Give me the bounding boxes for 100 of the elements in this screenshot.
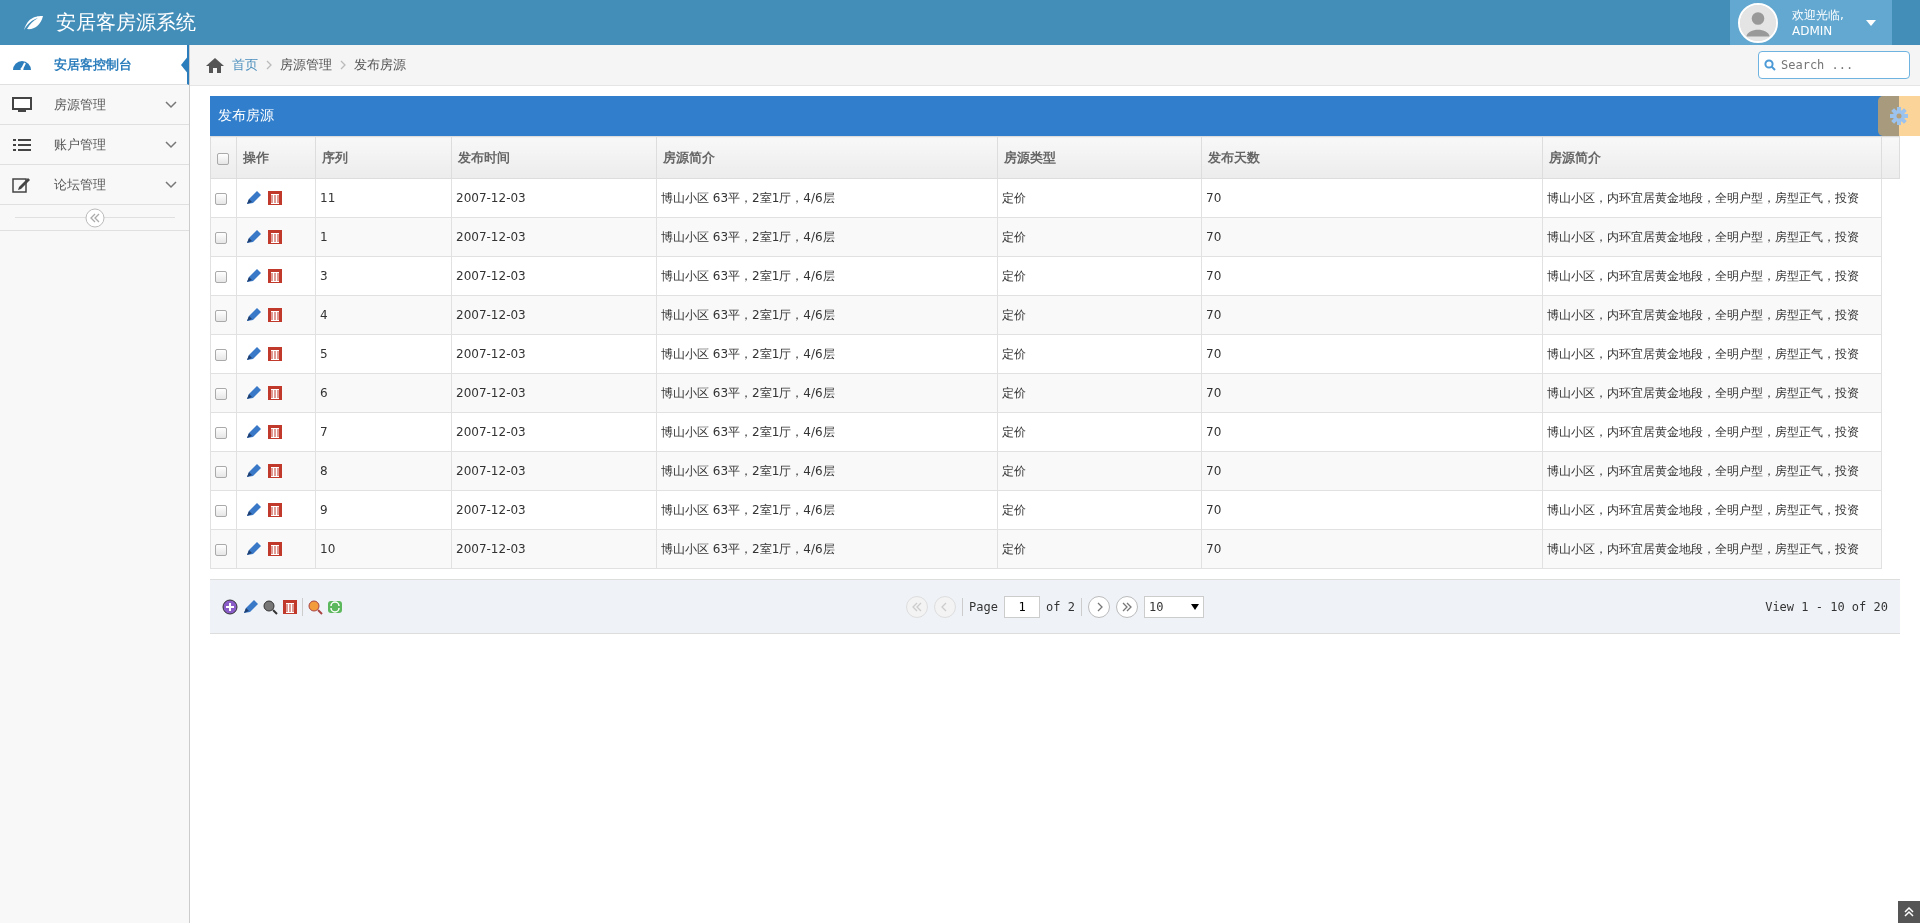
page-size-select[interactable]: 10: [1143, 595, 1204, 618]
record-info: View 1 - 10 of 20: [1765, 599, 1888, 614]
pencil-icon[interactable]: [245, 502, 261, 517]
table-cell: 博山小区 63平，2室1厅，4/6层: [656, 529, 998, 569]
table-cell: 2007-12-03: [451, 217, 657, 257]
page-field[interactable]: 1: [1004, 595, 1040, 618]
delete-icon[interactable]: [267, 424, 283, 440]
table-cell: 定价: [997, 451, 1202, 491]
table-cell: 5: [315, 334, 452, 374]
table-cell: 定价: [997, 217, 1202, 257]
table-cell: 70: [1201, 256, 1543, 296]
table-cell: 定价: [997, 490, 1202, 530]
delete-icon[interactable]: [267, 541, 283, 557]
last-page-button[interactable]: [1115, 595, 1138, 618]
breadcrumb-item: 房源管理: [280, 56, 332, 74]
checkbox[interactable]: [215, 465, 227, 478]
sidebar-item[interactable]: 房源管理: [0, 85, 189, 125]
delete-icon[interactable]: [282, 598, 298, 615]
table-cell: 2007-12-03: [451, 178, 657, 218]
pencil-icon[interactable]: [245, 424, 261, 439]
checkbox[interactable]: [215, 504, 227, 517]
sidebar-item[interactable]: 安居客控制台: [0, 45, 189, 85]
table-cell: 1: [315, 217, 452, 257]
pencil-icon[interactable]: [245, 229, 261, 244]
table-cell: 4: [315, 295, 452, 335]
checkbox[interactable]: [215, 231, 227, 244]
table-cell: 博山小区，内环宜居黄金地段，全明户型，房型正气，投资: [1542, 217, 1882, 257]
checkbox[interactable]: [215, 270, 227, 283]
delete-icon[interactable]: [267, 502, 283, 518]
table-cell: 博山小区，内环宜居黄金地段，全明户型，房型正气，投资: [1542, 334, 1882, 374]
table-cell: 6: [315, 373, 452, 413]
checkbox[interactable]: [215, 543, 227, 556]
delete-icon[interactable]: [267, 190, 283, 206]
leaf-icon: [22, 14, 44, 31]
table-cell: 博山小区，内环宜居黄金地段，全明户型，房型正气，投资: [1542, 451, 1882, 491]
pencil-icon[interactable]: [245, 346, 261, 361]
column-header: 发布天数: [1201, 136, 1543, 179]
search-field[interactable]: Search ...: [1758, 51, 1910, 79]
first-page-icon: [912, 601, 923, 612]
checkbox[interactable]: [215, 387, 227, 400]
magnifier-icon[interactable]: [262, 598, 278, 615]
table-cell: 2007-12-03: [451, 490, 657, 530]
checkbox[interactable]: [215, 309, 227, 322]
checkbox[interactable]: [215, 426, 227, 439]
page-label: Page: [969, 599, 998, 614]
table-cell: 定价: [997, 256, 1202, 296]
checkbox[interactable]: [215, 348, 227, 361]
table-cell: 定价: [997, 334, 1202, 374]
pencil-icon[interactable]: [242, 599, 258, 614]
search-icon[interactable]: [307, 598, 323, 615]
table-cell: 博山小区，内环宜居黄金地段，全明户型，房型正气，投资: [1542, 490, 1882, 530]
pencil-icon[interactable]: [245, 190, 261, 205]
caret-icon: [1190, 603, 1199, 610]
table-cell: 9: [315, 490, 452, 530]
table-cell: 2007-12-03: [451, 451, 657, 491]
table-cell: 博山小区 63平，2室1厅，4/6层: [656, 217, 998, 257]
table-cell: 定价: [997, 412, 1202, 452]
scroll-top-button[interactable]: [1898, 901, 1920, 923]
table-cell: 博山小区 63平，2室1厅，4/6层: [656, 451, 998, 491]
delete-icon[interactable]: [267, 229, 283, 245]
table-cell: 博山小区 63平，2室1厅，4/6层: [656, 334, 998, 374]
table-cell: 70: [1201, 490, 1543, 530]
table-cell: 10: [315, 529, 452, 569]
column-header: 序列: [315, 136, 452, 179]
pencil-icon[interactable]: [245, 268, 261, 283]
delete-icon[interactable]: [267, 268, 283, 284]
pencil-icon[interactable]: [245, 385, 261, 400]
user-name: ADMIN: [1792, 22, 1834, 39]
table-cell: 博山小区 63平，2室1厅，4/6层: [656, 490, 998, 530]
add-icon[interactable]: [222, 598, 238, 615]
table-cell: 70: [1201, 217, 1543, 257]
table-cell: 8: [315, 451, 452, 491]
table-cell: 博山小区，内环宜居黄金地段，全明户型，房型正气，投资: [1542, 412, 1882, 452]
pencil-icon[interactable]: [245, 307, 261, 322]
table-cell: 3: [315, 256, 452, 296]
delete-icon[interactable]: [267, 463, 283, 479]
delete-icon[interactable]: [267, 307, 283, 323]
table-cell: 2007-12-03: [451, 412, 657, 452]
avatar-icon: [1738, 2, 1778, 43]
table-cell: 博山小区，内环宜居黄金地段，全明户型，房型正气，投资: [1542, 178, 1882, 218]
table-cell: 博山小区 63平，2室1厅，4/6层: [656, 295, 998, 335]
table-cell: 70: [1201, 529, 1543, 569]
pencil-icon[interactable]: [245, 541, 261, 556]
table-cell: 博山小区，内环宜居黄金地段，全明户型，房型正气，投资: [1542, 529, 1882, 569]
settings-icon: [1889, 106, 1909, 126]
table-cell: 70: [1201, 373, 1543, 413]
delete-icon[interactable]: [267, 346, 283, 362]
checkbox[interactable]: [215, 192, 227, 205]
pencil-icon[interactable]: [245, 463, 261, 478]
checkbox[interactable]: [217, 152, 229, 165]
welcome-text: 欢迎光临,: [1792, 6, 1845, 23]
table-cell: 博山小区 63平，2室1厅，4/6层: [656, 373, 998, 413]
delete-icon[interactable]: [267, 385, 283, 401]
home-icon[interactable]: [206, 57, 224, 73]
sidebar-item[interactable]: 账户管理: [0, 125, 189, 165]
app-title: 安居客房源系统: [56, 9, 196, 36]
table-cell: 博山小区，内环宜居黄金地段，全明户型，房型正气，投资: [1542, 373, 1882, 413]
table-cell: 定价: [997, 295, 1202, 335]
table-cell: 11: [315, 178, 452, 218]
table-cell: 博山小区 63平，2室1厅，4/6层: [656, 412, 998, 452]
